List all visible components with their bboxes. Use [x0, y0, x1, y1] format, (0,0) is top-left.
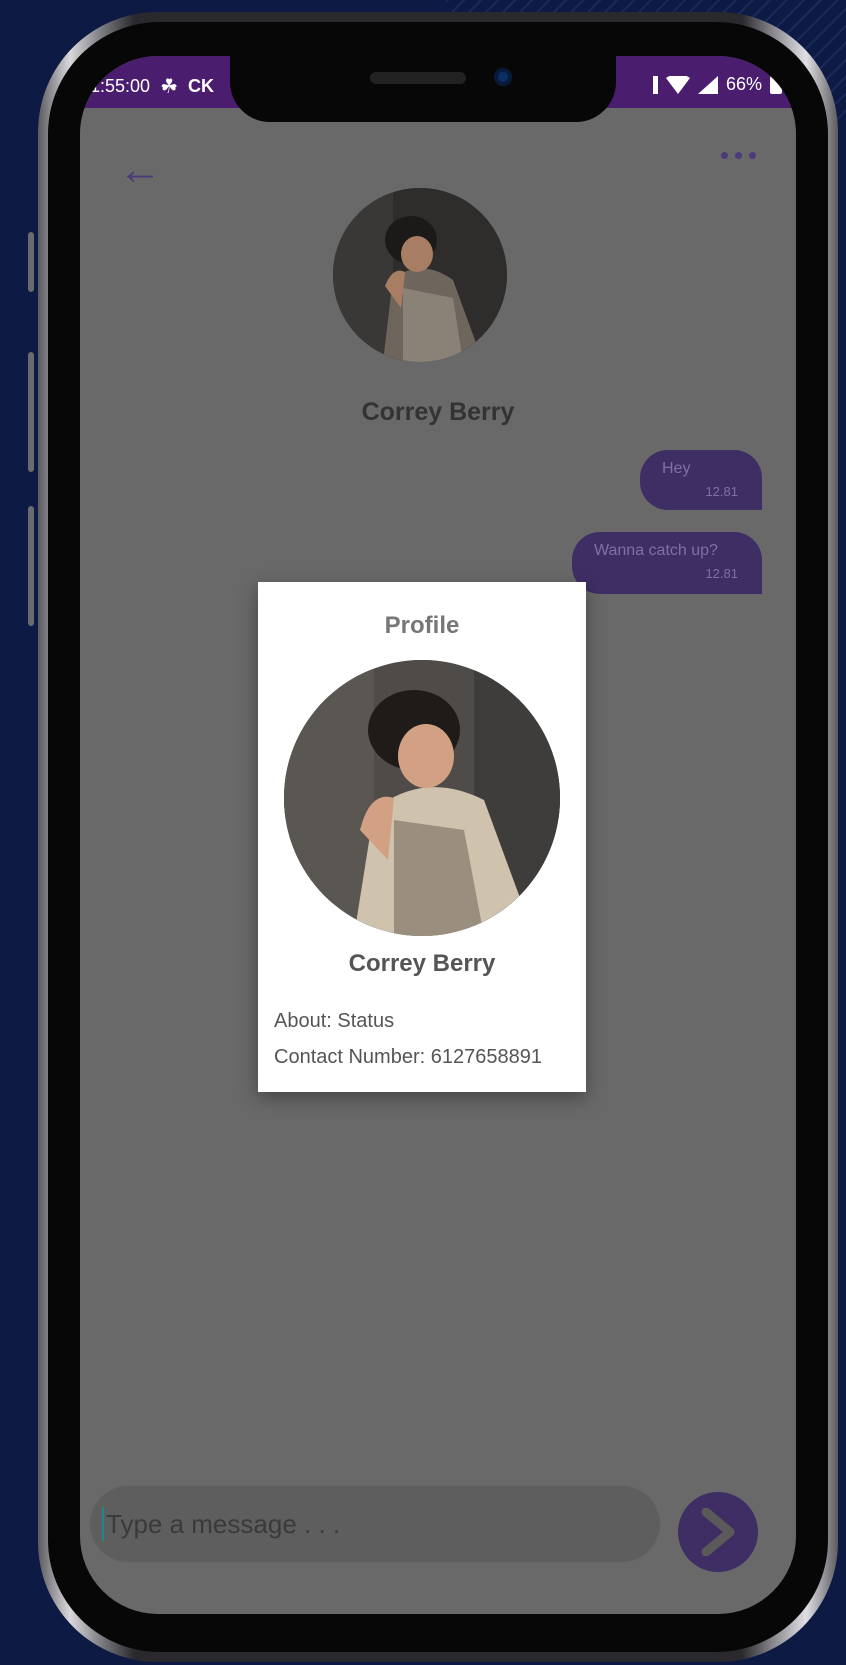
profile-about: About: Status — [274, 1010, 395, 1032]
profile-contact-number: Contact Number: 6127658891 — [274, 1046, 542, 1068]
send-button[interactable] — [678, 1492, 758, 1572]
phone-bezel: 1:55:00 ☘ CK 66% ← Correy Berry Hey 12.8… — [48, 22, 828, 1652]
side-button-volume-down — [28, 506, 34, 626]
message-bubble[interactable]: Hey 12.81 — [640, 450, 762, 510]
message-time: 12.81 — [705, 484, 738, 499]
ghost-icon: ☘ — [160, 76, 178, 98]
front-camera — [494, 68, 512, 86]
message-text: Wanna catch up? — [594, 542, 718, 559]
message-time: 12.81 — [705, 566, 738, 581]
status-left: 1:55:00 ☘ CK — [90, 74, 214, 99]
modal-title: Profile — [384, 612, 460, 639]
battery-label: 66% — [725, 74, 762, 94]
profile-modal[interactable]: Profile Correy Berry About: Status Conta… — [258, 582, 586, 1092]
message-text: Hey — [662, 460, 691, 477]
side-button-mute — [28, 232, 34, 292]
contact-name: Correy Berry — [361, 398, 515, 426]
signal-bar-icon — [652, 75, 658, 94]
arrow-left-icon[interactable]: ← — [118, 148, 162, 192]
phone-screen: 1:55:00 ☘ CK 66% ← Correy Berry Hey 12.8… — [80, 56, 796, 1614]
phone-frame: 1:55:00 ☘ CK 66% ← Correy Berry Hey 12.8… — [38, 12, 838, 1662]
speaker-grille — [370, 72, 466, 84]
message-input[interactable]: Type a message . . . — [90, 1486, 660, 1562]
chevron-right-icon — [701, 1508, 735, 1556]
message-input-placeholder: Type a message . . . — [106, 1508, 341, 1539]
wifi-icon — [665, 75, 690, 94]
status-carrier-tag: CK — [188, 76, 214, 96]
phone-notch — [230, 56, 616, 122]
battery-icon — [770, 75, 782, 94]
profile-name: Correy Berry — [348, 950, 496, 977]
signal-icon — [697, 75, 718, 94]
contact-avatar[interactable] — [333, 188, 507, 362]
message-bubble[interactable]: Wanna catch up? 12.81 — [572, 532, 762, 594]
status-time: 1:55:00 — [90, 76, 151, 96]
side-button-volume-up — [28, 352, 34, 472]
profile-avatar — [284, 660, 560, 936]
more-horizontal-icon[interactable] — [721, 152, 756, 159]
text-caret — [102, 1507, 104, 1541]
status-right: 66% — [652, 74, 782, 95]
